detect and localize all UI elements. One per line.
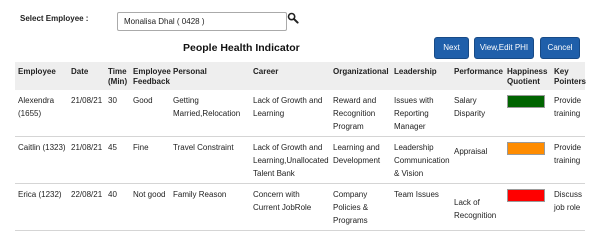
cell-performance: Lack of Recognition	[451, 183, 504, 231]
happiness-swatch	[507, 189, 545, 202]
header-key-pointers: Key Pointers	[554, 67, 587, 86]
cell-time: 45	[105, 136, 130, 184]
search-icon[interactable]	[287, 12, 299, 24]
cell-personal: Getting Married,Relocation	[170, 90, 250, 137]
cell-personal: Family Reason	[170, 183, 250, 231]
cell-performance: Appraisal	[451, 136, 504, 184]
next-button[interactable]: Next	[434, 37, 469, 59]
cell-key-pointers: Discuss job role	[551, 183, 585, 231]
header-organizational: Organizational	[333, 67, 389, 76]
cell-happiness-quotient	[504, 90, 551, 137]
cell-employee: Caitlin (1323)	[15, 136, 68, 184]
cell-date: 22/08/21	[68, 183, 105, 231]
cell-leadership: Issues with Reporting Manager	[391, 90, 451, 137]
header-career: Career	[253, 67, 279, 76]
cell-feedback: Not good	[130, 183, 170, 231]
cell-time: 30	[105, 90, 130, 137]
cell-key-pointers: Provide training	[551, 90, 585, 137]
header-performance: Performance	[454, 67, 503, 76]
page-title: People Health Indicator	[183, 42, 300, 54]
cell-date: 21/08/21	[68, 136, 105, 184]
view-edit-phi-button[interactable]: View,Edit PHI	[474, 37, 534, 59]
employee-select-input[interactable]: Monalisa Dhal ( 0428 )	[117, 12, 287, 31]
table-row[interactable]: Erica (1232) 22/08/21 40 Not good Family…	[15, 183, 585, 231]
cell-employee: Alexendra (1655)	[15, 90, 68, 137]
cell-happiness-quotient	[504, 136, 551, 184]
header-personal: Personal	[173, 67, 207, 76]
cell-career: Lack of Growth and Learning,Unallocated …	[250, 136, 330, 184]
cell-organizational: Reward and Recognition Program	[330, 90, 391, 137]
cell-career: Concern with Current JobRole	[250, 183, 330, 231]
table-row[interactable]: Caitlin (1323) 21/08/21 45 Fine Travel C…	[15, 136, 585, 184]
cell-key-pointers: Provide training	[551, 136, 585, 184]
cell-career: Lack of Growth and Learning	[250, 90, 330, 137]
cell-happiness-quotient	[504, 183, 551, 231]
header-employee: Employee	[18, 67, 56, 76]
happiness-swatch	[507, 142, 545, 155]
header-time: Time (Min)	[108, 67, 128, 86]
cell-leadership: Team Issues	[391, 183, 451, 231]
cell-time: 40	[105, 183, 130, 231]
cancel-button[interactable]: Cancel	[540, 37, 580, 59]
cell-performance: Salary Disparity	[451, 90, 504, 137]
cell-leadership: Leadership Communication & Vision	[391, 136, 451, 184]
select-employee-label: Select Employee :	[20, 14, 89, 23]
header-employee-feedback: Employee Feedback	[133, 67, 171, 86]
cell-organizational: Company Policies & Programs	[330, 183, 391, 231]
header-date: Date	[71, 67, 89, 76]
happiness-swatch	[507, 95, 545, 108]
cell-feedback: Good	[130, 90, 170, 137]
cell-feedback: Fine	[130, 136, 170, 184]
table-header-row: Employee Date Time (Min) Employee Feedba…	[15, 62, 587, 90]
phi-table: Employee Date Time (Min) Employee Feedba…	[15, 62, 587, 231]
header-happiness-quotient: Happiness Quotient	[507, 67, 548, 86]
cell-employee: Erica (1232)	[15, 183, 68, 231]
cell-personal: Travel Constraint	[170, 136, 250, 184]
header-leadership: Leadership	[394, 67, 437, 76]
cell-organizational: Learning and Development	[330, 136, 391, 184]
table-row[interactable]: Alexendra (1655) 21/08/21 30 Good Gettin…	[15, 90, 585, 137]
cell-date: 21/08/21	[68, 90, 105, 137]
